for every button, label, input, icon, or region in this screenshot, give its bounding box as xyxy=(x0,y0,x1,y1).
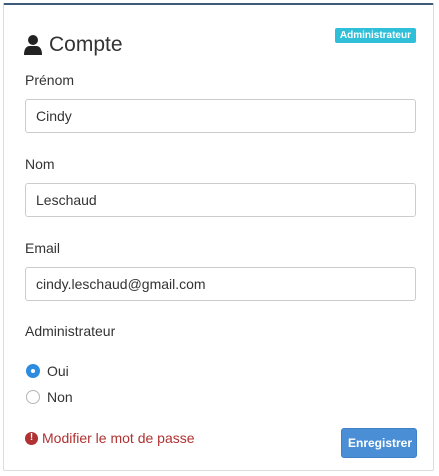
prenom-field[interactable] xyxy=(25,99,416,133)
admin-option-oui-label: Oui xyxy=(47,363,69,379)
card-header: Compte xyxy=(23,31,123,59)
user-icon xyxy=(23,34,43,56)
role-badge: Administrateur xyxy=(334,28,416,43)
exclamation-circle-icon: ! xyxy=(25,431,38,445)
nom-label: Nom xyxy=(25,156,55,172)
save-button[interactable]: Enregistrer xyxy=(341,428,417,458)
admin-option-oui[interactable]: Oui xyxy=(26,363,69,379)
account-card: Compte Administrateur Prénom Nom Email A… xyxy=(3,3,434,471)
email-field[interactable] xyxy=(25,267,416,301)
prenom-label: Prénom xyxy=(25,72,75,88)
nom-field[interactable] xyxy=(25,183,416,217)
change-password-link[interactable]: ! Modifier le mot de passe xyxy=(25,430,195,446)
radio-unselected-icon[interactable] xyxy=(26,390,40,404)
email-label: Email xyxy=(25,240,61,256)
admin-option-non-label: Non xyxy=(47,389,73,405)
radio-selected-icon[interactable] xyxy=(26,364,40,378)
admin-option-non[interactable]: Non xyxy=(26,389,73,405)
admin-label: Administrateur xyxy=(25,323,116,339)
change-password-label: Modifier le mot de passe xyxy=(42,430,195,446)
card-title: Compte xyxy=(49,33,123,56)
